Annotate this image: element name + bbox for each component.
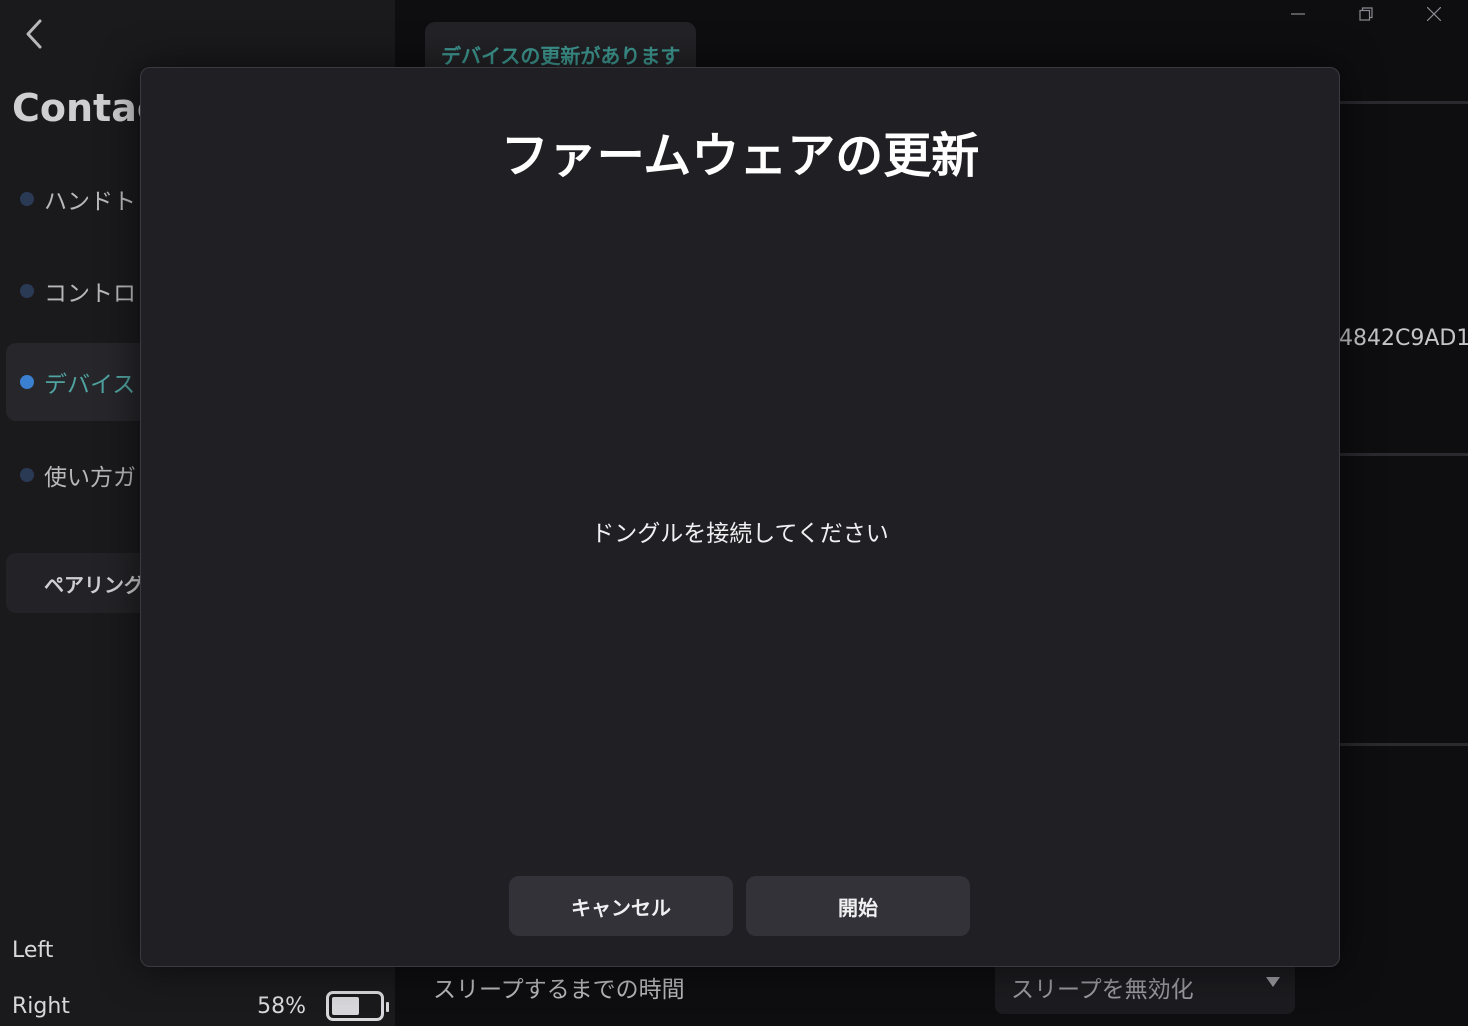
- sidebar-item-label: コントロ: [44, 281, 136, 307]
- battery-right-row: Right 58%: [12, 986, 389, 1026]
- bullet-icon: [20, 468, 34, 482]
- cancel-button[interactable]: キャンセル: [509, 876, 733, 936]
- dialog-message: ドングルを接続してください: [591, 521, 889, 547]
- back-button[interactable]: [16, 16, 52, 52]
- minimize-button[interactable]: [1264, 0, 1332, 28]
- sleep-timeout-value: スリープを無効化: [1011, 977, 1194, 1003]
- firmware-update-dialog: ファームウェアの更新 ドングルを接続してください キャンセル 開始: [140, 67, 1340, 967]
- close-window-button[interactable]: [1400, 0, 1468, 28]
- restore-icon: [1359, 7, 1373, 21]
- bullet-icon: [20, 375, 34, 389]
- app-window: Contact ハンドト コントロ デバイス 使い方ガ ペアリング Left R…: [0, 0, 1468, 1026]
- restore-button[interactable]: [1332, 0, 1400, 28]
- sleep-timeout-label: スリープするまでの時間: [433, 977, 685, 1003]
- device-id-value: 4842C9AD1: [1339, 326, 1468, 351]
- sidebar-item-label: デバイス: [44, 372, 136, 398]
- start-button[interactable]: 開始: [746, 876, 970, 936]
- bullet-icon: [20, 192, 34, 206]
- minimize-icon: [1291, 13, 1305, 15]
- battery-icon: [326, 991, 389, 1021]
- sleep-timeout-select[interactable]: スリープを無効化: [995, 960, 1295, 1014]
- dialog-title: ファームウェアの更新: [500, 128, 980, 184]
- sidebar-item-label: ハンドト: [44, 189, 136, 215]
- bullet-icon: [20, 284, 34, 298]
- window-controls: [1264, 0, 1468, 28]
- battery-level-fill: [332, 997, 359, 1015]
- close-icon: [1427, 7, 1441, 21]
- battery-right-label: Right: [12, 993, 70, 1019]
- caret-down-icon: [1266, 977, 1280, 987]
- sidebar-item-label: 使い方ガ: [44, 465, 136, 491]
- chevron-left-icon: [26, 19, 42, 49]
- battery-right-percent: 58%: [257, 993, 306, 1019]
